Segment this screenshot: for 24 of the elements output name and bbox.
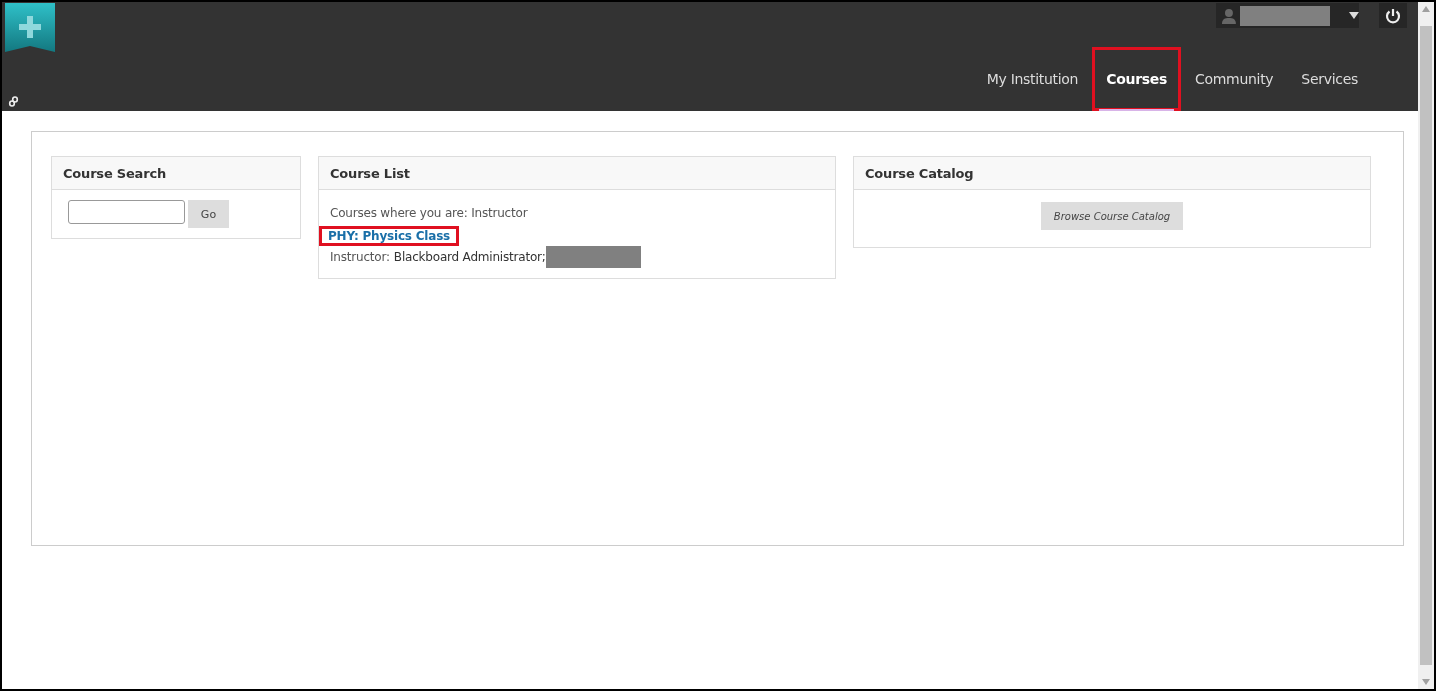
go-button[interactable]: Go — [188, 200, 229, 228]
browse-catalog-button[interactable]: Browse Course Catalog — [1040, 202, 1184, 230]
add-bookmark-icon[interactable] — [5, 3, 55, 52]
role-text: Courses where you are: Instructor — [330, 206, 529, 220]
nav-tab[interactable]: Services — [1287, 47, 1372, 111]
down-arrow-icon[interactable] — [1422, 679, 1430, 685]
up-arrow-icon[interactable] — [1422, 6, 1430, 12]
caret-icon — [1349, 12, 1359, 19]
nav-tab[interactable]: Courses — [1092, 47, 1182, 111]
instructor-name: Blackboard Administrator; — [393, 250, 546, 264]
scrollbar[interactable] — [1418, 2, 1434, 689]
instructor-label: Instructor: — [330, 250, 390, 264]
module-title: Course Catalog — [854, 157, 1370, 190]
nav-tab[interactable]: Community — [1181, 47, 1288, 111]
link-icon[interactable] — [8, 96, 19, 107]
course-link[interactable]: PHY: Physics Class — [319, 226, 459, 246]
power-icon — [1385, 7, 1401, 24]
nav-tab[interactable]: My Institution — [972, 47, 1093, 111]
search-field[interactable] — [68, 200, 185, 224]
module-title: Course Search — [52, 157, 300, 190]
person-icon — [1222, 7, 1236, 24]
power-button[interactable] — [1379, 3, 1407, 28]
module-title: Course List — [319, 157, 835, 190]
user-menu[interactable] — [1216, 3, 1359, 28]
